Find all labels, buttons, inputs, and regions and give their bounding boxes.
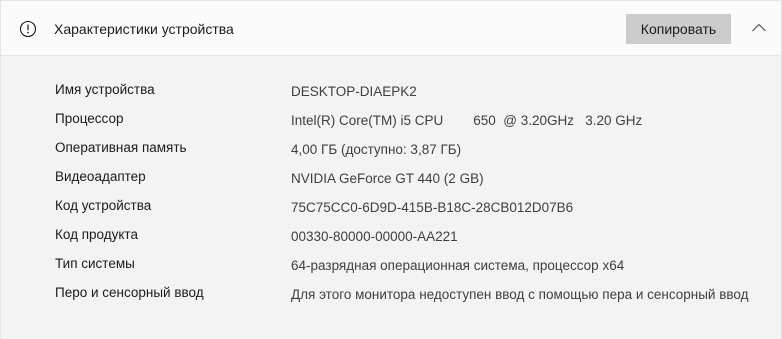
section-title: Характеристики устройства [54, 21, 234, 37]
spec-label: Код устройства [55, 198, 152, 213]
spec-value: NVIDIA GeForce GT 440 (2 GB) [291, 171, 484, 186]
spec-value: 00330-80000-00000-AA221 [291, 229, 458, 244]
spec-value: DESKTOP-DIAEPK2 [291, 84, 417, 99]
spec-label: Перо и сенсорный ввод [55, 285, 204, 300]
spec-label: Процессор [55, 111, 124, 126]
spec-row-device-id: Код устройства 75C75CC0-6D9D-415B-B18C-2… [55, 198, 775, 222]
spec-label: Видеоадаптер [55, 169, 146, 184]
spec-label: Тип системы [55, 256, 135, 271]
spec-row-device-name: Имя устройства DESKTOP-DIAEPK2 [55, 82, 775, 106]
spec-value: Для этого монитора недоступен ввод с пом… [291, 287, 749, 302]
spec-value: 4,00 ГБ (доступно: 3,87 ГБ) [291, 142, 462, 157]
panel-header[interactable]: Характеристики устройства Копировать [1, 0, 781, 56]
spec-value: 64-разрядная операционная система, проце… [291, 258, 625, 273]
chevron-up-icon[interactable] [750, 19, 768, 37]
spec-label: Код продукта [55, 227, 138, 242]
spec-value: 75C75CC0-6D9D-415B-B18C-28CB012D07B6 [291, 200, 574, 215]
spec-row-processor: Процессор Intel(R) Core(TM) i5 CPU 650 @… [55, 111, 775, 135]
spec-row-video-adapter: Видеоадаптер NVIDIA GeForce GT 440 (2 GB… [55, 169, 775, 193]
spec-label: Имя устройства [55, 82, 155, 97]
spec-row-product-id: Код продукта 00330-80000-00000-AA221 [55, 227, 775, 251]
spec-label: Оперативная память [55, 140, 187, 155]
copy-button[interactable]: Копировать [626, 14, 731, 44]
spec-row-ram: Оперативная память 4,00 ГБ (доступно: 3,… [55, 140, 775, 164]
spec-row-system-type: Тип системы 64-разрядная операционная си… [55, 256, 775, 280]
device-specs-panel: Характеристики устройства Копировать Имя… [0, 0, 782, 339]
spec-row-pen-touch: Перо и сенсорный ввод Для этого монитора… [55, 285, 775, 329]
spec-value: Intel(R) Core(TM) i5 CPU 650 @ 3.20GHz 3… [291, 113, 643, 128]
info-icon [19, 20, 37, 38]
